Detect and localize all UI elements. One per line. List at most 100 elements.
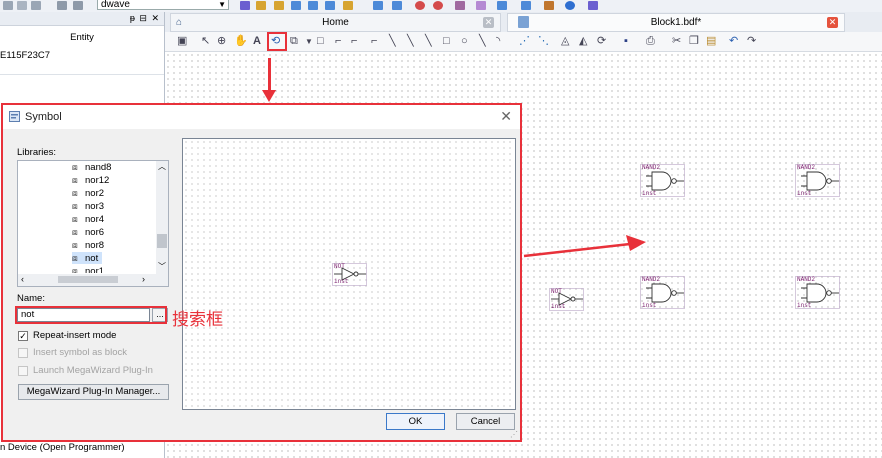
list-item[interactable]: ⧈ nand8 [72, 161, 111, 173]
assembler-icon[interactable] [308, 1, 318, 10]
flip-horizontal-icon[interactable]: ◬ [561, 36, 569, 47]
libraries-tree[interactable]: ⧈ nand8 ⧈ nor12 ⧈ nor2 ⧈ nor3 ⧈ nor4 ⧈ nor6 ⧈ n… [17, 160, 169, 287]
sopc-icon[interactable] [497, 1, 507, 10]
list-item-label: nor4 [85, 214, 105, 225]
open-icon[interactable] [3, 1, 13, 10]
chevron-up-icon[interactable]: ︿ [158, 161, 166, 172]
paste-icon[interactable]: ▤ [706, 36, 716, 47]
rtl-icon[interactable] [433, 1, 443, 10]
chevron-down-icon[interactable]: ﹀ [158, 261, 166, 272]
arc-tool-icon[interactable]: ◝ [496, 36, 500, 47]
repeat-insert-checkbox[interactable]: ✓ [18, 331, 28, 341]
synthesis-icon[interactable] [274, 1, 284, 10]
redo-icon[interactable]: ↷ [747, 36, 756, 47]
step-icon[interactable] [392, 1, 402, 10]
redo-icon[interactable] [73, 1, 83, 10]
insert-block-checkbox[interactable] [18, 348, 28, 358]
symbol-tool-highlight [267, 32, 287, 51]
list-item[interactable]: ⧈ nor12 [72, 174, 109, 186]
scrollbar-thumb[interactable] [58, 276, 118, 283]
rotate-icon[interactable]: ⟳ [597, 36, 606, 47]
signaltap-icon[interactable] [544, 1, 554, 10]
list-item[interactable]: ⧈ nor3 [72, 200, 104, 212]
netlist-icon[interactable] [343, 1, 353, 10]
save-icon[interactable] [17, 1, 27, 10]
fitter-icon[interactable] [291, 1, 301, 10]
stop-icon[interactable] [415, 1, 425, 10]
orthogonal-bus-icon[interactable]: ⌐ [351, 36, 357, 47]
close-icon[interactable]: ✕ [483, 17, 494, 28]
tab-block1[interactable]: Block1.bdf* ✕ [507, 13, 845, 32]
launch-megawizard-checkbox[interactable] [18, 366, 28, 376]
horizontal-scrollbar[interactable]: ‹ › [18, 274, 168, 286]
diagonal-conduit-icon[interactable]: ╲ [425, 36, 432, 47]
search-box-callout: 搜索框 [172, 310, 223, 330]
copy-icon[interactable]: ❐ [689, 36, 699, 47]
zoom-tool-icon[interactable]: ⊕ [217, 36, 226, 47]
symbol-file-icon: ⧈ [72, 253, 78, 263]
panel-controls[interactable]: ᵽ ⊟ ✕ [130, 13, 160, 24]
rectangle-tool-icon[interactable]: □ [317, 36, 324, 47]
close-icon[interactable]: ✕ [500, 108, 512, 125]
list-item[interactable]: ⧈ nor8 [72, 239, 104, 251]
diagonal-bus-icon[interactable]: ╲ [407, 36, 414, 47]
list-item[interactable]: ⧈ nor4 [72, 213, 104, 225]
rubberbanding-icon[interactable]: ⋱ [538, 36, 549, 47]
cancel-button[interactable]: Cancel [456, 413, 515, 430]
list-item-selected[interactable]: ⧈ not [72, 252, 103, 264]
dialog-titlebar[interactable]: Symbol ✕ [3, 105, 520, 129]
flip-vertical-icon[interactable]: ◭ [579, 36, 587, 47]
conduit-tool-icon[interactable]: ⌐ [371, 36, 377, 47]
scrollbar-thumb[interactable] [157, 234, 167, 248]
not-symbol[interactable]: NOT inst [549, 288, 585, 312]
print-icon[interactable]: ⎙ [646, 36, 655, 47]
ellipse-icon[interactable]: ○ [461, 36, 468, 47]
list-item[interactable]: ⧈ nor6 [72, 226, 104, 238]
entity-value[interactable]: E115F23C7 [0, 50, 50, 61]
launch-megawizard-label: Launch MegaWizard Plug-In [33, 365, 153, 376]
vertical-scrollbar[interactable]: ︿ ﹀ [156, 161, 168, 274]
undo-icon[interactable] [57, 1, 67, 10]
ok-button[interactable]: OK [386, 413, 445, 430]
platform-icon[interactable] [521, 1, 531, 10]
list-item[interactable]: ⧈ nor1 [72, 265, 104, 273]
timing-icon[interactable] [325, 1, 335, 10]
project-select-value: dwave [101, 0, 130, 10]
nand2-symbol[interactable]: NAND2 inst [795, 276, 841, 310]
hand-tool-icon[interactable]: ✋ [234, 36, 248, 47]
chevron-right-icon[interactable]: › [142, 274, 145, 284]
pin-tool-icon[interactable]: ⧉ [290, 36, 298, 47]
cut-icon[interactable]: ✂ [672, 36, 681, 47]
tab-home[interactable]: ⌂ Home ✕ [170, 13, 501, 32]
text-tool-icon[interactable]: A [253, 36, 261, 47]
diagonal-node-icon[interactable]: ╲ [389, 36, 396, 47]
play-icon[interactable] [373, 1, 383, 10]
save-icon[interactable]: ▪ [624, 36, 628, 47]
analysis-icon[interactable] [256, 1, 266, 10]
selection-tool-icon[interactable]: ↖ [201, 36, 210, 47]
compile-icon[interactable] [240, 1, 250, 10]
chevron-left-icon[interactable]: ‹ [21, 274, 24, 284]
whats-this-icon[interactable] [588, 1, 598, 10]
project-select[interactable]: dwave ▼ [97, 0, 229, 10]
close-icon[interactable]: ✕ [827, 17, 838, 28]
line-tool-icon[interactable]: ╲ [479, 36, 486, 47]
detach-window-icon[interactable]: ▣ [177, 36, 187, 47]
orthogonal-node-icon[interactable]: ⌐ [335, 36, 341, 47]
paste-icon[interactable] [31, 1, 41, 10]
partial-line-icon[interactable]: ⋰ [519, 36, 530, 47]
rectangle-icon[interactable]: □ [443, 36, 450, 47]
nand2-symbol[interactable]: NAND2 inst [640, 164, 686, 198]
megawizard-manager-button[interactable]: MegaWizard Plug-In Manager... [18, 384, 169, 400]
chip-planner-icon[interactable] [455, 1, 465, 10]
program-device-task[interactable]: n Device (Open Programmer) [0, 442, 125, 453]
nand2-symbol[interactable]: NAND2 inst [795, 164, 841, 198]
programmer-icon[interactable] [476, 1, 486, 10]
resize-grip-icon[interactable]: ⋰ [510, 430, 518, 439]
chevron-down-icon[interactable]: ▼ [305, 36, 313, 47]
help-icon[interactable] [565, 1, 575, 10]
list-item[interactable]: ⧈ nor2 [72, 187, 104, 199]
undo-icon[interactable]: ↶ [729, 36, 738, 47]
entity-column-header[interactable]: Entity [0, 32, 164, 43]
nand2-symbol[interactable]: NAND2 inst [640, 276, 686, 310]
